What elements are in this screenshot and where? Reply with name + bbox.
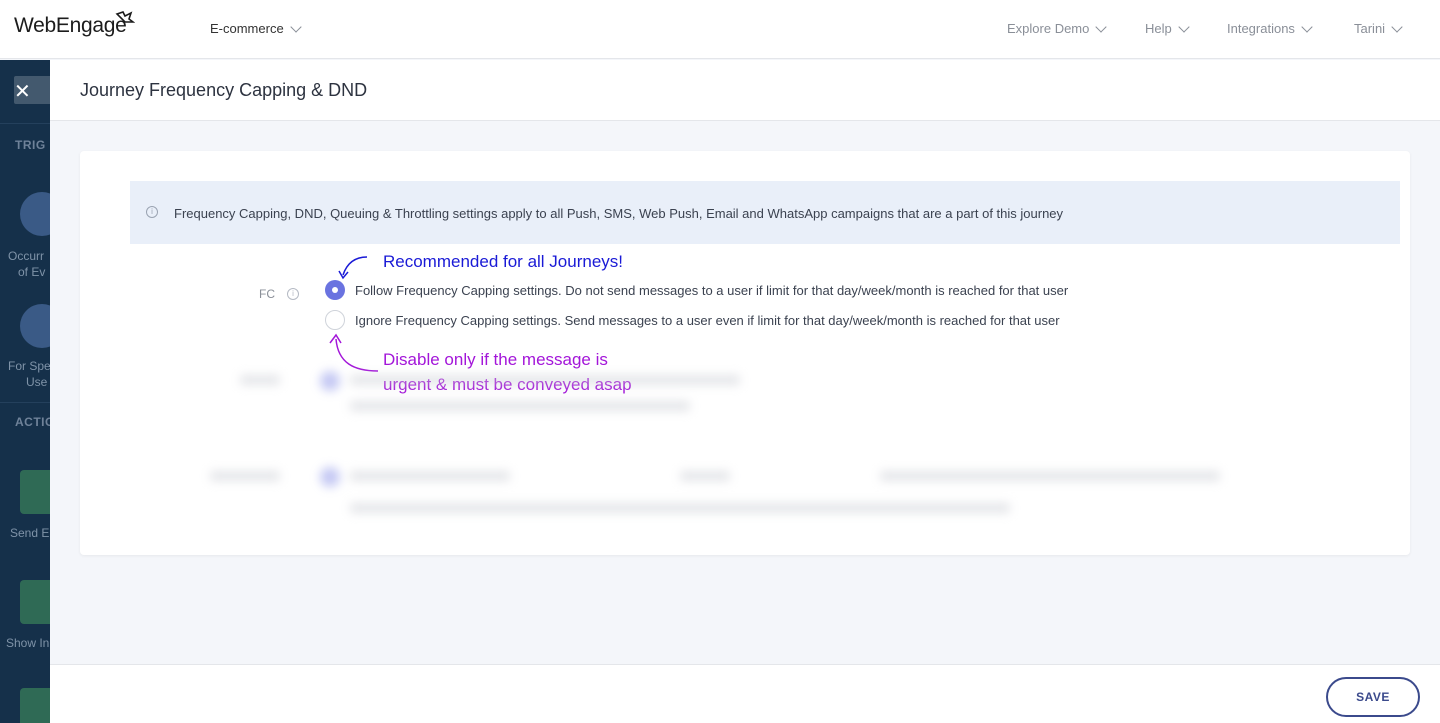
blurred-text <box>680 471 730 481</box>
modal-header: Journey Frequency Capping & DND <box>50 60 1440 121</box>
blurred-radio <box>320 467 340 487</box>
nav-explore-demo[interactable]: Explore Demo <box>1007 20 1108 36</box>
fc-follow-label[interactable]: Follow Frequency Capping settings. Do no… <box>355 283 1068 298</box>
blurred-label <box>210 471 280 481</box>
webengage-logo[interactable]: WebEngage <box>14 14 127 38</box>
project-selector[interactable]: E-commerce <box>210 20 302 36</box>
in-app-icon[interactable] <box>20 580 50 624</box>
blurred-label <box>240 375 280 385</box>
sidebar-item-label: Occurr <box>8 249 44 263</box>
info-banner-text: Frequency Capping, DND, Queuing & Thrott… <box>174 206 1064 221</box>
fc-ignore-radio[interactable] <box>325 310 345 330</box>
fc-ignore-label[interactable]: Ignore Frequency Capping settings. Send … <box>355 313 1060 328</box>
blurred-text <box>350 503 1010 513</box>
chevron-down-icon <box>1391 20 1403 33</box>
settings-card: i Frequency Capping, DND, Queuing & Thro… <box>80 151 1410 555</box>
sidebar-divider <box>0 123 50 124</box>
email-icon[interactable] <box>20 470 50 514</box>
modal-footer: SAVE <box>50 664 1440 723</box>
nav-explore-demo-label: Explore Demo <box>1007 21 1090 36</box>
sidebar-section-actions: ACTIO <box>15 415 50 429</box>
blurred-text <box>350 471 510 481</box>
nav-help-label: Help <box>1145 21 1172 36</box>
fc-follow-radio[interactable] <box>325 280 345 300</box>
nav-user-menu[interactable]: Tarini <box>1354 20 1403 36</box>
sidebar-item-label: of Ev <box>18 265 46 279</box>
callout-recommended: Recommended for all Journeys! <box>383 252 624 271</box>
blurred-text <box>350 375 740 385</box>
csv-icon[interactable] <box>20 304 50 348</box>
blurred-settings <box>200 361 1330 541</box>
chevron-down-icon <box>1301 20 1313 33</box>
sidebar-item-label: Use <box>26 375 48 389</box>
info-icon: i <box>146 206 158 218</box>
sidebar-section-triggers: TRIG <box>15 138 46 152</box>
save-button[interactable]: SAVE <box>1326 677 1420 717</box>
nav-integrations[interactable]: Integrations <box>1227 20 1313 36</box>
chevron-down-icon <box>290 20 302 33</box>
nav-user-label: Tarini <box>1354 21 1386 36</box>
whatsapp-icon[interactable] <box>20 688 50 723</box>
bird-logo-icon <box>115 11 135 23</box>
sidebar-divider <box>0 402 50 403</box>
info-icon[interactable]: i <box>287 288 299 300</box>
blurred-text <box>880 471 1220 481</box>
arrow-icon <box>338 256 368 280</box>
project-label: E-commerce <box>210 21 284 36</box>
chevron-down-icon <box>1178 20 1190 33</box>
info-banner: i Frequency Capping, DND, Queuing & Thro… <box>130 181 1400 244</box>
close-icon[interactable]: ✕ <box>14 79 31 104</box>
frequency-capping-modal: Journey Frequency Capping & DND i Freque… <box>50 60 1440 723</box>
sidebar-item-label: Show In <box>6 636 50 650</box>
modal-title: Journey Frequency Capping & DND <box>80 80 368 100</box>
chevron-down-icon <box>1095 20 1108 33</box>
sidebar-item-label: For Spe <box>8 359 50 373</box>
sidebar-item-label: Send E <box>10 526 50 540</box>
star-icon[interactable] <box>20 192 50 236</box>
nav-help[interactable]: Help <box>1145 20 1190 36</box>
journey-sidebar: ✕ TRIG Occurr of Ev For Spe Use ACTIO Se… <box>0 60 50 723</box>
nav-integrations-label: Integrations <box>1227 21 1295 36</box>
blurred-radio <box>320 371 340 391</box>
top-navbar: WebEngage E-commerce Explore Demo Help I… <box>0 0 1440 59</box>
blurred-text <box>350 401 690 411</box>
fc-label: FC <box>259 287 275 301</box>
